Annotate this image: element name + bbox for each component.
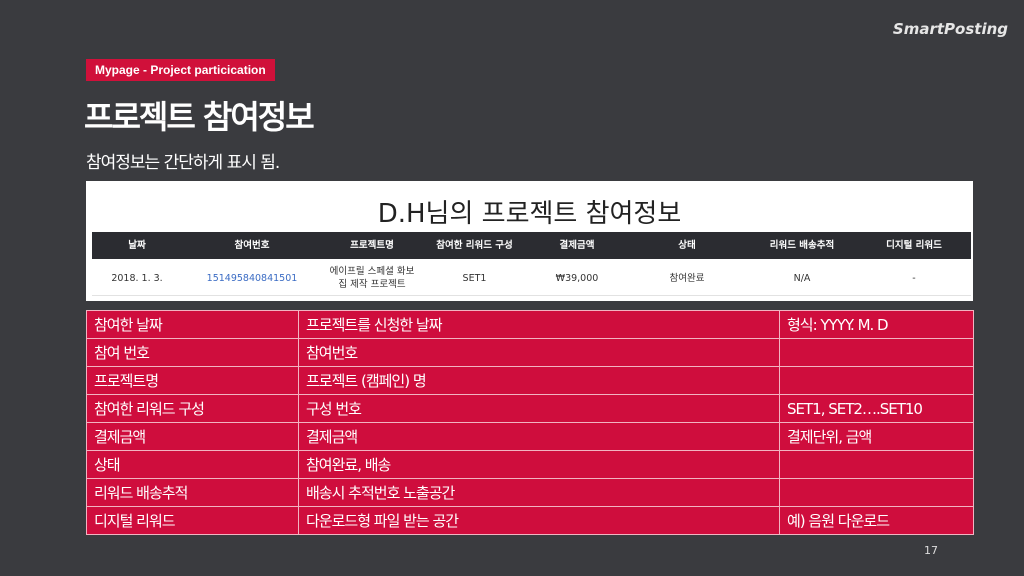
field-description-table: 참여한 날짜 프로젝트를 신청한 날짜 형식: YYYY. M. D 참여 번호…: [86, 310, 974, 535]
table-row: 결제금액 결제금액 결제단위, 금액: [86, 422, 974, 451]
field-desc: 프로젝트를 신청한 날짜: [298, 310, 780, 339]
page-number: 17: [924, 544, 938, 557]
field-name: 디지털 리워드: [86, 506, 299, 535]
screenshot-table-header: 날짜 참여번호 프로젝트명 참여한 리워드 구성 결제금액 상태 리워드 배송추…: [92, 232, 971, 259]
table-row: 참여한 리워드 구성 구성 번호 SET1, SET2….SET10: [86, 394, 974, 423]
header-project-name: 프로젝트명: [350, 240, 394, 251]
section-badge: Mypage - Project particication: [86, 59, 275, 81]
page-title: 프로젝트 참여정보: [84, 98, 315, 136]
header-payment: 결제금액: [559, 240, 595, 251]
screenshot-title: D.H님의 프로젝트 참여정보: [377, 199, 682, 229]
field-desc: 결제금액: [298, 422, 780, 451]
cell-payment: ₩39,000: [555, 272, 599, 284]
field-note: SET1, SET2….SET10: [779, 394, 974, 423]
field-note: [779, 478, 974, 507]
field-desc: 다운로드형 파일 받는 공간: [298, 506, 780, 535]
table-row: 상태 참여완료, 배송: [86, 450, 974, 479]
table-row: 2018. 1. 3. 151495840841501 에이프릴 스페셜 화보집…: [92, 261, 971, 296]
field-desc: 구성 번호: [298, 394, 780, 423]
table-row: 프로젝트명 프로젝트 (캠페인) 명: [86, 366, 974, 395]
cell-shipping-tracking: N/A: [793, 272, 811, 284]
header-reward-set: 참여한 리워드 구성: [436, 240, 513, 251]
field-name: 참여한 리워드 구성: [86, 394, 299, 423]
header-shipping-tracking: 리워드 배송추적: [769, 240, 835, 251]
header-digital-reward: 디지털 리워드: [886, 240, 942, 251]
field-note: 예) 음원 다운로드: [779, 506, 974, 535]
cell-digital-reward: -: [912, 272, 916, 284]
page-subtitle: 참여정보는 간단하게 표시 됨.: [86, 153, 280, 173]
participation-number-link[interactable]: 151495840841501: [182, 272, 322, 285]
header-participation-number: 참여번호: [234, 240, 270, 251]
cell-reward-set: SET1: [462, 272, 487, 284]
field-desc: 프로젝트 (캠페인) 명: [298, 366, 780, 395]
field-desc: 참여완료, 배송: [298, 450, 780, 479]
field-name: 프로젝트명: [86, 366, 299, 395]
field-desc: 참여번호: [298, 338, 780, 367]
cell-project-name: 에이프릴 스페셜 화보집 제작 프로젝트: [329, 266, 415, 290]
field-name: 상태: [86, 450, 299, 479]
participation-screenshot: D.H님의 프로젝트 참여정보 날짜 참여번호 프로젝트명 참여한 리워드 구성…: [86, 181, 973, 301]
table-row: 참여 번호 참여번호: [86, 338, 974, 367]
table-row: 참여한 날짜 프로젝트를 신청한 날짜 형식: YYYY. M. D: [86, 310, 974, 339]
field-note: [779, 366, 974, 395]
cell-status: 참여완료: [669, 272, 705, 284]
table-row: 디지털 리워드 다운로드형 파일 받는 공간 예) 음원 다운로드: [86, 506, 974, 535]
header-status: 상태: [678, 240, 696, 251]
cell-date: 2018. 1. 3.: [111, 272, 163, 284]
field-note: 형식: YYYY. M. D: [779, 310, 974, 339]
field-name: 결제금액: [86, 422, 299, 451]
header-date: 날짜: [128, 240, 146, 251]
field-note: [779, 450, 974, 479]
field-name: 참여 번호: [86, 338, 299, 367]
field-name: 리워드 배송추적: [86, 478, 299, 507]
field-name: 참여한 날짜: [86, 310, 299, 339]
field-note: 결제단위, 금액: [779, 422, 974, 451]
field-note: [779, 338, 974, 367]
field-desc: 배송시 추적번호 노출공간: [298, 478, 780, 507]
table-row: 리워드 배송추적 배송시 추적번호 노출공간: [86, 478, 974, 507]
brand-logo: SmartPosting: [892, 20, 1008, 38]
